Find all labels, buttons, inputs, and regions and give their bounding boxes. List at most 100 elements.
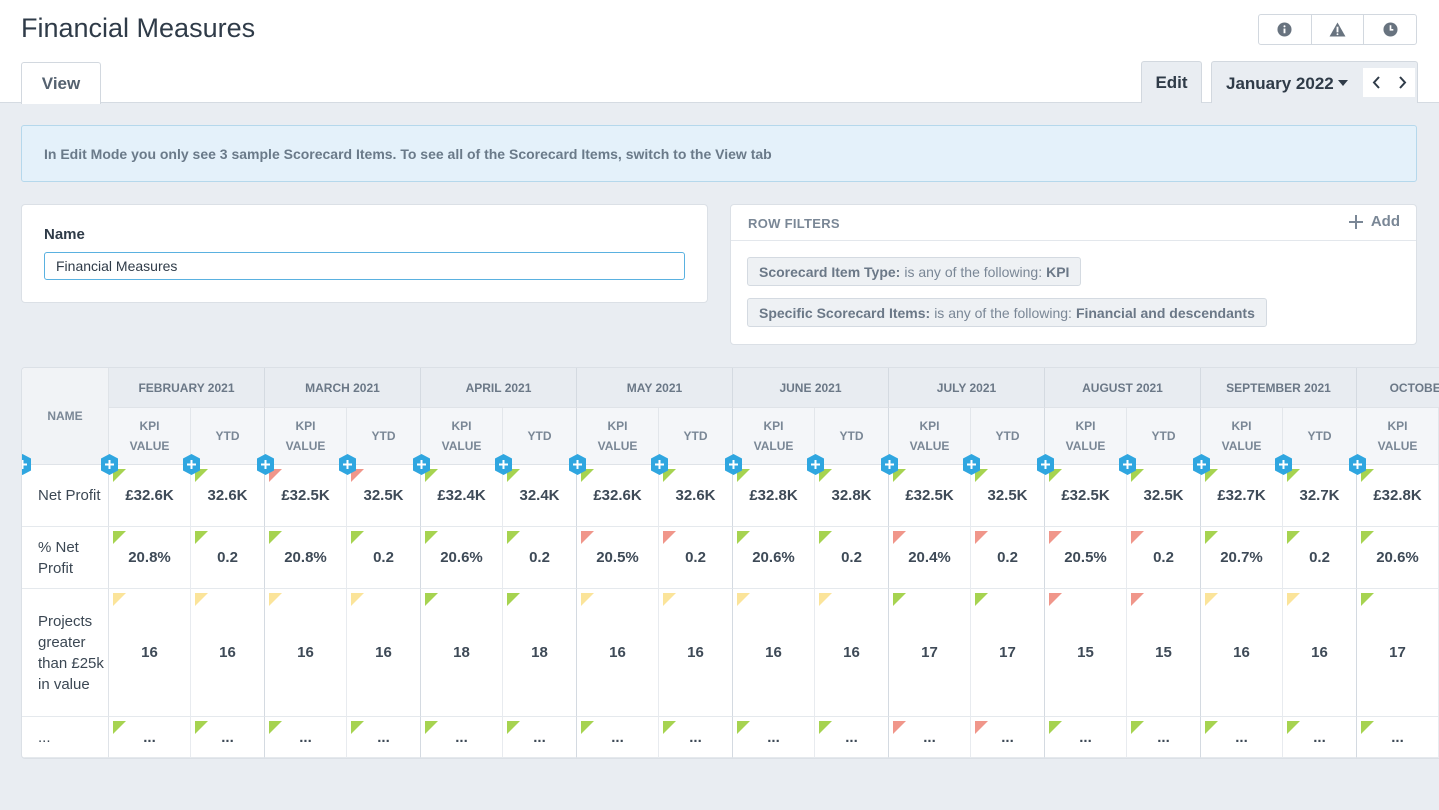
value-cell[interactable]: ... xyxy=(191,717,265,758)
value-cell[interactable]: ... xyxy=(347,717,421,758)
value-cell[interactable]: £32.5K xyxy=(889,465,971,527)
value-cell[interactable]: ... xyxy=(1357,717,1439,758)
value-cell[interactable]: 0.2 xyxy=(815,527,889,589)
value-cell[interactable]: 20.8% xyxy=(109,527,191,589)
history-button[interactable] xyxy=(1364,15,1416,44)
add-filter-button[interactable]: Add xyxy=(1348,213,1400,230)
value-cell[interactable]: ... xyxy=(109,717,191,758)
value-cell[interactable]: £32.6K xyxy=(109,465,191,527)
add-column-icon[interactable] xyxy=(1037,454,1054,475)
value-cell[interactable]: £32.7K xyxy=(1201,465,1283,527)
info-button[interactable] xyxy=(1259,15,1312,44)
value-cell[interactable]: 20.5% xyxy=(1045,527,1127,589)
add-column-icon[interactable] xyxy=(1119,454,1136,475)
value-cell[interactable]: 20.7% xyxy=(1201,527,1283,589)
add-column-icon[interactable] xyxy=(963,454,980,475)
add-row-icon[interactable] xyxy=(21,454,31,475)
value-cell[interactable]: 20.6% xyxy=(421,527,503,589)
value-cell[interactable]: £32.6K xyxy=(577,465,659,527)
value-cell[interactable]: 16 xyxy=(191,589,265,717)
caret-down-icon[interactable] xyxy=(1338,80,1348,86)
name-input[interactable] xyxy=(44,252,685,280)
value-cell[interactable]: 0.2 xyxy=(971,527,1045,589)
value-cell[interactable]: 0.2 xyxy=(347,527,421,589)
value-cell[interactable]: 16 xyxy=(1283,589,1357,717)
period-selector[interactable]: January 2022 xyxy=(1211,61,1418,103)
value-cell[interactable]: 0.2 xyxy=(1283,527,1357,589)
value-cell[interactable]: 16 xyxy=(265,589,347,717)
filter-chip-item-type[interactable]: Scorecard Item Type: is any of the follo… xyxy=(747,257,1082,286)
value-cell[interactable]: 20.6% xyxy=(1357,527,1439,589)
warning-button[interactable] xyxy=(1312,15,1365,44)
value-cell[interactable]: 0.2 xyxy=(191,527,265,589)
add-column-icon[interactable] xyxy=(1349,454,1366,475)
value-cell[interactable]: ... xyxy=(1127,717,1201,758)
value-cell[interactable]: 20.6% xyxy=(733,527,815,589)
add-column-icon[interactable] xyxy=(1275,454,1292,475)
add-column-icon[interactable] xyxy=(881,454,898,475)
value-cell[interactable]: £32.4K xyxy=(421,465,503,527)
value-cell[interactable]: 16 xyxy=(1201,589,1283,717)
value-cell[interactable]: 17 xyxy=(889,589,971,717)
value-cell[interactable]: 16 xyxy=(815,589,889,717)
value-cell[interactable]: 32.4K xyxy=(503,465,577,527)
value-cell[interactable]: 0.2 xyxy=(503,527,577,589)
value-cell[interactable]: 32.6K xyxy=(191,465,265,527)
add-column-icon[interactable] xyxy=(725,454,742,475)
value-cell[interactable]: ... xyxy=(503,717,577,758)
value-cell[interactable]: ... xyxy=(971,717,1045,758)
add-column-icon[interactable] xyxy=(413,454,430,475)
value-cell[interactable]: 17 xyxy=(1357,589,1439,717)
value-cell[interactable]: 20.5% xyxy=(577,527,659,589)
previous-period-button[interactable] xyxy=(1363,68,1389,97)
value-cell[interactable]: £32.5K xyxy=(265,465,347,527)
add-column-icon[interactable] xyxy=(257,454,274,475)
value-cell[interactable]: 16 xyxy=(109,589,191,717)
tab-edit[interactable]: Edit xyxy=(1141,61,1202,103)
add-column-icon[interactable] xyxy=(651,454,668,475)
value-cell[interactable]: 32.5K xyxy=(1127,465,1201,527)
value-cell[interactable]: 16 xyxy=(347,589,421,717)
value-cell[interactable]: 0.2 xyxy=(659,527,733,589)
value-cell[interactable]: 15 xyxy=(1045,589,1127,717)
value-cell[interactable]: ... xyxy=(733,717,815,758)
next-period-button[interactable] xyxy=(1389,68,1415,97)
add-column-icon[interactable] xyxy=(101,454,118,475)
value-cell[interactable]: 32.7K xyxy=(1283,465,1357,527)
value-cell[interactable]: 16 xyxy=(733,589,815,717)
value-cell[interactable]: 32.6K xyxy=(659,465,733,527)
add-column-icon[interactable] xyxy=(569,454,586,475)
value-cell[interactable]: 18 xyxy=(503,589,577,717)
value-cell[interactable]: ... xyxy=(1201,717,1283,758)
value-cell[interactable]: £32.5K xyxy=(1045,465,1127,527)
value-cell[interactable]: 0.2 xyxy=(1127,527,1201,589)
value-cell[interactable]: ... xyxy=(577,717,659,758)
value-cell[interactable]: ... xyxy=(889,717,971,758)
value-cell[interactable]: 16 xyxy=(577,589,659,717)
filter-chip-specific-items[interactable]: Specific Scorecard Items: is any of the … xyxy=(747,298,1267,327)
value-cell[interactable]: ... xyxy=(421,717,503,758)
value-cell[interactable]: £32.8K xyxy=(733,465,815,527)
value-cell[interactable]: 16 xyxy=(659,589,733,717)
value-cell[interactable]: £32.8K xyxy=(1357,465,1439,527)
add-column-icon[interactable] xyxy=(807,454,824,475)
value-cell[interactable]: 20.4% xyxy=(889,527,971,589)
add-column-icon[interactable] xyxy=(339,454,356,475)
value-cell[interactable]: ... xyxy=(1283,717,1357,758)
value-cell[interactable]: 32.5K xyxy=(347,465,421,527)
value-cell[interactable]: 20.8% xyxy=(265,527,347,589)
value-cell[interactable]: ... xyxy=(659,717,733,758)
value-cell[interactable]: ... xyxy=(265,717,347,758)
tab-view[interactable]: View xyxy=(21,62,101,104)
value-cell[interactable]: ... xyxy=(815,717,889,758)
value-cell[interactable]: 18 xyxy=(421,589,503,717)
value-cell[interactable]: 15 xyxy=(1127,589,1201,717)
add-column-icon[interactable] xyxy=(183,454,200,475)
add-column-icon[interactable] xyxy=(1193,454,1210,475)
value-cell[interactable]: ... xyxy=(1045,717,1127,758)
add-column-icon[interactable] xyxy=(495,454,512,475)
value-cell[interactable]: 32.8K xyxy=(815,465,889,527)
period-label[interactable]: January 2022 xyxy=(1226,74,1334,94)
value-cell[interactable]: 17 xyxy=(971,589,1045,717)
value-cell[interactable]: 32.5K xyxy=(971,465,1045,527)
